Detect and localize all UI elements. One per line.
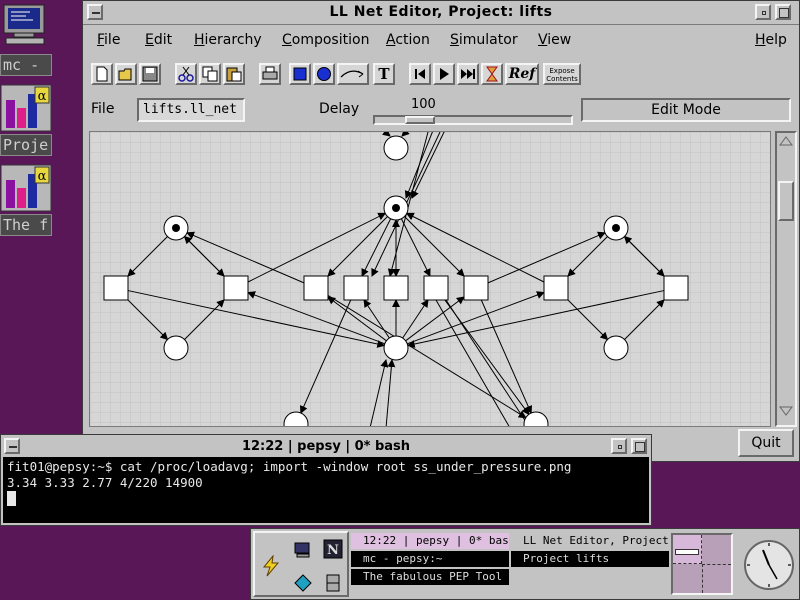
clock-icon [741, 535, 797, 599]
file-label: File [91, 101, 115, 117]
terminal-line: fit01@pepsy:~$ cat /proc/loadavg; import… [7, 459, 572, 474]
lightning-icon[interactable] [261, 554, 281, 581]
task-ll-net-editor[interactable]: LL Net Editor, Project: [511, 533, 669, 549]
delay-slider-thumb[interactable] [405, 116, 435, 124]
file-name-field[interactable]: lifts.ll_net [137, 98, 245, 122]
taskbar-launcher: N [253, 531, 349, 597]
ll-net-editor-window: LL Net Editor, Project: lifts File Edit … [82, 0, 800, 462]
task-list: 12:22 | pepsy | 0* bash LL Net Editor, P… [351, 533, 669, 585]
cut-icon[interactable] [175, 63, 197, 85]
delay-label: Delay [319, 101, 360, 117]
place-token [392, 204, 400, 212]
desktop-computer-icon[interactable] [0, 2, 50, 46]
computer-icon[interactable] [293, 541, 313, 563]
svg-text:α: α [38, 89, 47, 104]
vertical-scrollbar-thumb[interactable] [778, 181, 794, 221]
minimize-button[interactable] [755, 4, 771, 20]
net-transition[interactable] [103, 275, 129, 301]
save-icon[interactable] [139, 63, 161, 85]
net-transition[interactable] [343, 275, 369, 301]
desktop-pager[interactable] [671, 533, 733, 595]
terminal-line: 3.34 3.33 2.77 4/220 14900 [7, 475, 203, 490]
play-icon[interactable] [433, 63, 455, 85]
file-row: File lifts.ll_net Delay 100 Edit Mode [83, 95, 799, 125]
contents-label: Contents [546, 75, 578, 83]
place-place-tool-icon[interactable] [313, 63, 335, 85]
pep-tool-icon[interactable]: α [0, 84, 52, 132]
expose-label: Expose [549, 67, 575, 75]
scroll-up-arrow-icon[interactable] [779, 135, 793, 151]
fast-forward-icon[interactable] [457, 63, 479, 85]
menu-help[interactable]: Help [755, 32, 787, 48]
svg-text:N: N [327, 543, 339, 558]
net-transition[interactable] [423, 275, 449, 301]
net-transition[interactable] [663, 275, 689, 301]
netscape-icon[interactable]: N [323, 539, 343, 563]
place-token [612, 224, 620, 232]
pep-tool-icon[interactable]: α [0, 164, 52, 212]
task-terminal[interactable]: 12:22 | pepsy | 0* bash [351, 533, 509, 549]
maximize-button[interactable] [631, 438, 647, 454]
menu-edit[interactable]: Edit [145, 32, 172, 48]
menu-action[interactable]: Action [386, 32, 430, 48]
open-folder-icon[interactable] [115, 63, 137, 85]
vertical-scrollbar[interactable] [775, 131, 797, 427]
text-tool-icon[interactable]: T [373, 63, 395, 85]
task-project-lifts[interactable]: Project lifts [511, 551, 669, 567]
diamond-icon[interactable] [293, 573, 313, 597]
print-icon[interactable] [259, 63, 281, 85]
net-transition[interactable] [223, 275, 249, 301]
paste-icon[interactable] [223, 63, 245, 85]
menu-view[interactable]: View [538, 32, 571, 48]
task-mc[interactable]: mc - pepsy:~ [351, 551, 509, 567]
delay-slider[interactable] [373, 115, 573, 125]
net-transition[interactable] [543, 275, 569, 301]
window-titlebar[interactable]: LL Net Editor, Project: lifts [83, 1, 799, 25]
net-canvas[interactable] [89, 131, 771, 427]
task-pep-tool[interactable]: The fabulous PEP Tool [351, 569, 509, 585]
menubar: File Edit Hierarchy Composition Action S… [83, 27, 799, 55]
ref-button[interactable]: Ref [505, 63, 539, 85]
desktop-icon-label[interactable]: Proje [0, 134, 52, 156]
window-title: LL Net Editor, Project: lifts [329, 4, 553, 20]
menu-composition[interactable]: Composition [282, 32, 369, 48]
net-place[interactable] [603, 335, 629, 361]
maximize-button[interactable] [775, 4, 791, 20]
terminal-title: 12:22 | pepsy | 0* bash [241, 439, 411, 454]
place-token [172, 224, 180, 232]
net-transition[interactable] [303, 275, 329, 301]
net-place[interactable] [383, 135, 409, 161]
place-transition-tool-icon[interactable] [289, 63, 311, 85]
terminal-window[interactable]: 12:22 | pepsy | 0* bash fit01@pepsy:~$ c… [0, 434, 652, 526]
net-transition[interactable] [463, 275, 489, 301]
menu-hierarchy[interactable]: Hierarchy [194, 32, 262, 48]
hourglass-icon[interactable] [481, 63, 503, 85]
mode-indicator: Edit Mode [581, 98, 791, 122]
delay-value: 100 [411, 97, 436, 112]
pager-current-desk[interactable] [673, 535, 702, 564]
arc-tool-icon[interactable] [337, 63, 369, 85]
desktop-icon-label[interactable]: The f [0, 214, 52, 236]
net-transition[interactable] [383, 275, 409, 301]
quit-button[interactable]: Quit [738, 429, 794, 457]
copy-icon[interactable] [199, 63, 221, 85]
menu-simulator[interactable]: Simulator [450, 32, 518, 48]
menu-file[interactable]: File [97, 32, 120, 48]
terminal-cursor [7, 491, 645, 507]
file-cabinet-icon[interactable] [323, 573, 343, 597]
svg-text:α: α [38, 169, 47, 184]
terminal-output[interactable]: fit01@pepsy:~$ cat /proc/loadavg; import… [3, 457, 649, 523]
new-file-icon[interactable] [91, 63, 113, 85]
net-place[interactable] [383, 335, 409, 361]
minimize-button[interactable] [611, 438, 627, 454]
petri-net-graph[interactable] [90, 132, 771, 427]
taskbar: N 12:22 | pepsy | 0* bash LL Net Editor,… [250, 528, 800, 600]
desktop-icon-label[interactable]: mc - [0, 54, 52, 76]
net-place[interactable] [163, 335, 189, 361]
expose-contents-button[interactable]: Expose Contents [543, 63, 581, 85]
skip-back-icon[interactable] [409, 63, 431, 85]
scroll-down-arrow-icon[interactable] [779, 405, 793, 421]
